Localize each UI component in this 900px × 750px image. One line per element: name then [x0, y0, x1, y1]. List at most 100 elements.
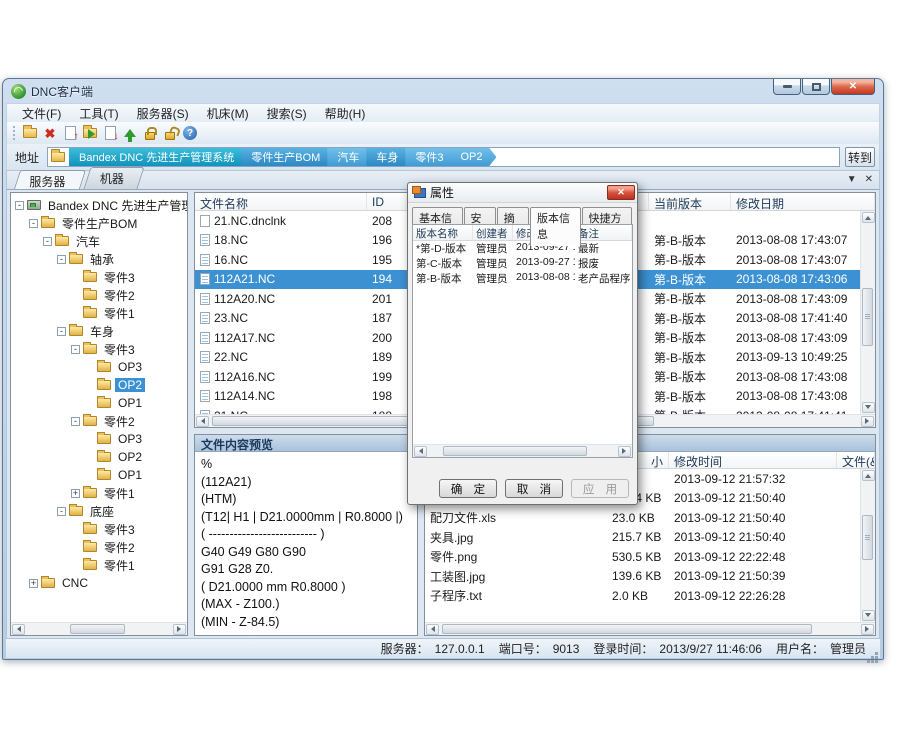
tree-item-selected[interactable]: OP2: [11, 376, 187, 394]
scroll-right-icon[interactable]: [861, 624, 874, 635]
tree-item[interactable]: -零件生产BOM: [11, 214, 187, 232]
breadcrumb-root[interactable]: Bandex DNC 先进生产管理系统: [69, 147, 248, 167]
dialog-title-bar[interactable]: 属性 ✕: [408, 183, 637, 203]
tree-item[interactable]: 零件3: [11, 268, 187, 286]
attachments-horizontal-scrollbar[interactable]: [425, 622, 875, 635]
column-header-creator[interactable]: 创建者: [473, 225, 513, 240]
column-header-name[interactable]: 文件名称: [195, 193, 367, 210]
version-row[interactable]: 第-C-版本管理员2013-09-27 14:...报废: [413, 256, 632, 271]
collapse-icon[interactable]: -: [71, 417, 80, 426]
version-row[interactable]: 第-B-版本管理员2013-08-08 17:...老产品程序: [413, 271, 632, 286]
breadcrumb[interactable]: Bandex DNC 先进生产管理系统 零件生产BOM 汽车 车身 零件3 OP…: [47, 147, 840, 167]
attachment-row[interactable]: 零件.png530.5 KB2013-09-12 22:22:48: [425, 547, 875, 567]
column-header-date[interactable]: 修改日期: [731, 193, 875, 210]
tree-item[interactable]: OP1: [11, 394, 187, 412]
collapse-icon[interactable]: -: [57, 507, 66, 516]
open-folder-button[interactable]: [80, 124, 100, 143]
resize-grip[interactable]: [875, 652, 878, 655]
tree-item[interactable]: -汽车: [11, 232, 187, 250]
attachment-row[interactable]: 子程序.txt2.0 KB2013-09-12 22:26:28: [425, 586, 875, 606]
tree-item[interactable]: -车身: [11, 322, 187, 340]
tree-horizontal-scrollbar[interactable]: [11, 622, 187, 635]
menu-file[interactable]: 文件(F): [13, 104, 70, 123]
scroll-down-icon[interactable]: [862, 610, 875, 621]
tab-close-icon[interactable]: ✕: [865, 174, 873, 185]
file-list-vertical-scrollbar[interactable]: [860, 211, 875, 414]
tree-item[interactable]: +零件1: [11, 484, 187, 502]
version-row[interactable]: *第-D-版本管理员2013-09-27 14:...最新: [413, 241, 632, 256]
upload-button[interactable]: [120, 124, 140, 143]
tab-server[interactable]: 服务器: [14, 170, 86, 189]
minimize-button[interactable]: [773, 79, 801, 95]
collapse-icon[interactable]: -: [57, 327, 66, 336]
attachment-row[interactable]: 夹具.jpg215.7 KB2013-09-12 21:50:40: [425, 528, 875, 548]
tree-item[interactable]: -零件2: [11, 412, 187, 430]
scroll-left-icon[interactable]: [414, 446, 427, 457]
tree-item[interactable]: OP1: [11, 466, 187, 484]
toolbar-grip[interactable]: [13, 126, 16, 140]
collapse-icon[interactable]: -: [29, 219, 38, 228]
attachment-row[interactable]: 配刀文件.xls23.0 KB2013-09-12 21:50:40: [425, 508, 875, 528]
breadcrumb-op2[interactable]: OP2: [450, 147, 496, 167]
scroll-right-icon[interactable]: [173, 624, 186, 635]
title-bar[interactable]: DNC客户端 ✕: [3, 79, 883, 103]
scroll-up-icon[interactable]: [862, 212, 875, 223]
tree-item[interactable]: -Bandex DNC 先进生产管理系统: [11, 196, 187, 214]
tree-item[interactable]: OP3: [11, 430, 187, 448]
preview-content[interactable]: % (112A21) (HTM) (T12| H1 | D21.0000mm |…: [195, 452, 417, 635]
tree-item[interactable]: OP3: [11, 358, 187, 376]
dialog-close-button[interactable]: ✕: [607, 185, 635, 200]
scroll-thumb[interactable]: [70, 624, 125, 634]
cancel-button[interactable]: 取 消: [505, 479, 563, 498]
check-in-button[interactable]: ↑: [60, 124, 80, 143]
expand-icon[interactable]: +: [29, 579, 38, 588]
tree-item[interactable]: 零件2: [11, 286, 187, 304]
tree-item[interactable]: -零件3: [11, 340, 187, 358]
menu-search[interactable]: 搜索(S): [258, 104, 316, 123]
close-button[interactable]: ✕: [831, 79, 875, 95]
menu-machine[interactable]: 机床(M): [198, 104, 258, 123]
attachments-vertical-scrollbar[interactable]: [860, 469, 875, 622]
unlock-button[interactable]: [160, 124, 180, 143]
lock-button[interactable]: [140, 124, 160, 143]
scroll-thumb[interactable]: [443, 446, 587, 456]
column-header-note[interactable]: 备注: [575, 225, 632, 240]
tree-item[interactable]: 零件3: [11, 520, 187, 538]
breadcrumb-bom[interactable]: 零件生产BOM: [241, 147, 334, 167]
ok-button[interactable]: 确 定: [439, 479, 497, 498]
scroll-left-icon[interactable]: [426, 624, 439, 635]
tab-dropdown-icon[interactable]: ▼: [847, 174, 857, 185]
menu-tools[interactable]: 工具(T): [70, 104, 127, 123]
help-button[interactable]: ?: [180, 124, 200, 143]
scroll-left-icon[interactable]: [196, 416, 209, 427]
delete-button[interactable]: ✖: [40, 124, 60, 143]
new-folder-button[interactable]: [20, 124, 40, 143]
scroll-up-icon[interactable]: [862, 470, 875, 481]
scroll-thumb[interactable]: [862, 288, 873, 346]
column-header-version[interactable]: 当前版本: [649, 193, 731, 210]
tree-item[interactable]: 零件1: [11, 304, 187, 322]
column-header-version-name[interactable]: 版本名称: [413, 225, 473, 240]
dialog-horizontal-scrollbar[interactable]: [413, 444, 632, 457]
scroll-thumb[interactable]: [862, 515, 873, 560]
attachment-row[interactable]: 工装图.jpg139.6 KB2013-09-12 21:50:39: [425, 567, 875, 587]
collapse-icon[interactable]: -: [57, 255, 66, 264]
scroll-right-icon[interactable]: [861, 416, 874, 427]
maximize-button[interactable]: [802, 79, 830, 95]
expand-icon[interactable]: +: [71, 489, 80, 498]
check-out-button[interactable]: ↓: [100, 124, 120, 143]
column-header-file[interactable]: 文件(&: [837, 452, 875, 468]
scroll-thumb[interactable]: [442, 624, 812, 634]
breadcrumb-part3[interactable]: 零件3: [405, 147, 457, 167]
tree-item[interactable]: -底座: [11, 502, 187, 520]
go-button[interactable]: 转到: [845, 147, 875, 167]
menu-server[interactable]: 服务器(S): [128, 104, 198, 123]
scroll-right-icon[interactable]: [618, 446, 631, 457]
collapse-icon[interactable]: -: [71, 345, 80, 354]
tree-item[interactable]: +CNC: [11, 574, 187, 592]
scroll-left-icon[interactable]: [12, 624, 25, 635]
collapse-icon[interactable]: -: [15, 201, 24, 210]
menu-help[interactable]: 帮助(H): [316, 104, 375, 123]
tree-item[interactable]: OP2: [11, 448, 187, 466]
tab-version-info[interactable]: 版本信息: [530, 207, 581, 246]
